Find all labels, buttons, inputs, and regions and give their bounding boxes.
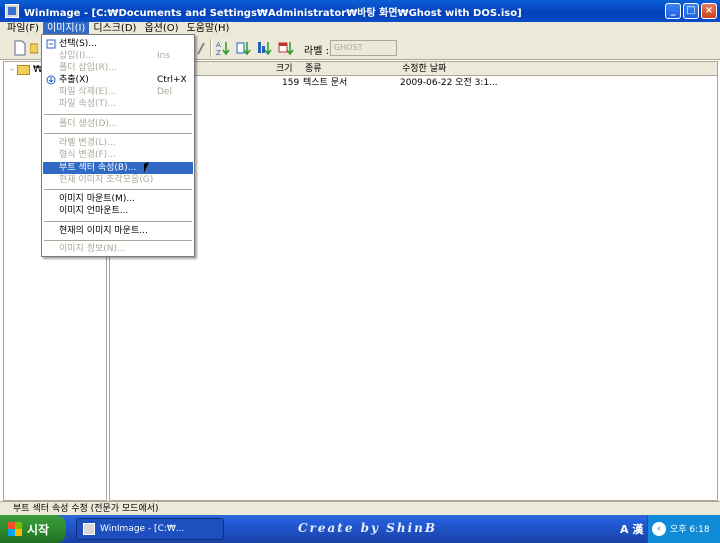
- menu-item-label: 파일 삭제(E)...: [59, 87, 117, 97]
- sort-az-icon[interactable]: A Z: [215, 40, 231, 56]
- menu-item-select[interactable]: 선택(S)...: [43, 38, 193, 50]
- menu-separator: [44, 189, 192, 191]
- new-document-icon[interactable]: [12, 40, 28, 56]
- credit-text: Create by ShinB: [298, 521, 437, 535]
- menu-item-image-info[interactable]: 이미지 정보(N)...: [43, 243, 193, 255]
- menu-item-insert-folder[interactable]: 폴더 삽입(R)...: [43, 62, 193, 74]
- menu-item-label: 삽입(I)...: [59, 51, 94, 61]
- cell-type: 텍스트 문서: [303, 78, 348, 88]
- winimage-app-icon[interactable]: [5, 4, 19, 18]
- file-list[interactable]: 크기 종류 수정한 날짜 159 텍스트 문서 2009-06-22 오전 3:…: [109, 61, 718, 501]
- menu-item-label: 이미지 언마운트...: [59, 206, 129, 216]
- label-caption: 라벨 :: [304, 46, 329, 57]
- table-row[interactable]: 159 텍스트 문서 2009-06-22 오전 3:1...: [110, 76, 717, 90]
- folder-icon: [17, 64, 30, 75]
- maximize-button[interactable]: □: [683, 3, 699, 19]
- sort-date-icon[interactable]: [278, 40, 294, 56]
- volume-label-field[interactable]: GHOST: [330, 40, 397, 56]
- menu-separator: [44, 221, 192, 223]
- menu-separator: [44, 240, 192, 242]
- menu-item-label: 라벨 변경(L)...: [59, 138, 116, 148]
- taskbar-winimage-button[interactable]: WinImage - [C:₩...: [76, 518, 224, 540]
- menu-item-change-label[interactable]: 라벨 변경(L)...: [43, 137, 193, 149]
- menu-item-label: 추출(X): [59, 75, 89, 85]
- title-bar[interactable]: WinImage - [C:₩Documents and Settings₩Ad…: [0, 0, 720, 22]
- menu-item-mount-image[interactable]: 이미지 마운트(M)...: [43, 193, 193, 205]
- open-folder-icon[interactable]: [30, 40, 38, 56]
- select-icon: [46, 39, 56, 49]
- menu-item-create-folder[interactable]: 폴더 생성(D)...: [43, 118, 193, 130]
- status-bar: 부트 섹터 속성 수정 (전문가 모드에서): [0, 501, 720, 515]
- tool-icon[interactable]: [196, 40, 206, 56]
- menu-item-label: 이미지 마운트(M)...: [59, 194, 135, 204]
- menu-separator: [44, 133, 192, 135]
- ime-indicator[interactable]: A 漢: [620, 521, 643, 537]
- menu-item-delete-file[interactable]: 파일 삭제(E)... Del: [43, 86, 193, 98]
- menu-item-file-properties[interactable]: 파일 속성(T)...: [43, 98, 193, 110]
- status-text: 부트 섹터 속성 수정 (전문가 모드에서): [13, 504, 159, 514]
- column-header-modified[interactable]: 수정한 날짜: [402, 63, 446, 75]
- start-label: 시작: [27, 522, 50, 537]
- menu-item-label: 부트 섹터 속성(B)...: [59, 163, 137, 173]
- system-tray: ‹ 오후 6:18: [647, 515, 720, 543]
- menu-item-boot-sector-properties[interactable]: 부트 섹터 속성(B)...: [43, 162, 193, 174]
- menu-item-label: 이미지 정보(N)...: [59, 244, 126, 254]
- menu-item-label: 형식 변경(F)...: [59, 150, 116, 160]
- task-label: WinImage - [C:₩...: [100, 524, 185, 534]
- column-header-type[interactable]: 종류: [305, 63, 322, 75]
- taskbar: 시작 WinImage - [C:₩... Create by ShinB A …: [0, 515, 720, 543]
- menu-item-label: 파일 속성(T)...: [59, 99, 117, 109]
- tree-expander[interactable]: –: [10, 65, 14, 74]
- column-header-size[interactable]: 크기: [276, 63, 293, 75]
- list-header: 크기 종류 수정한 날짜: [110, 62, 717, 76]
- cell-size: 159: [282, 78, 300, 88]
- menu-item-shortcut: Ctrl+X: [157, 75, 187, 85]
- tray-expand-icon[interactable]: ‹: [652, 522, 666, 536]
- image-menu-dropdown: 선택(S)... 삽입(I)... Ins 폴더 삽입(R)... 추출(X) …: [41, 34, 195, 257]
- menu-item-label: 현재 이미지 조각모음(G): [59, 175, 154, 185]
- sort-type-icon[interactable]: [257, 40, 273, 56]
- menu-item-label: 현재의 이미지 마운트...: [59, 226, 148, 236]
- window-title: WinImage - [C:₩Documents and Settings₩Ad…: [24, 7, 522, 19]
- menu-item-unmount-image[interactable]: 이미지 언마운트...: [43, 205, 193, 217]
- menu-separator: [44, 114, 192, 116]
- toolbar-separator: [210, 39, 212, 57]
- svg-text:Z: Z: [216, 49, 221, 56]
- mouse-cursor-icon: [144, 162, 149, 173]
- menu-item-label: 선택(S)...: [59, 39, 97, 49]
- menu-item-shortcut: Del: [157, 87, 172, 97]
- tree-root-item[interactable]: – ₩: [10, 64, 43, 75]
- start-button[interactable]: 시작: [0, 515, 66, 543]
- sort-size-icon[interactable]: [236, 40, 252, 56]
- extract-icon: [46, 75, 56, 85]
- menu-item-mount-current-image[interactable]: 현재의 이미지 마운트...: [43, 225, 193, 237]
- menu-item-label: 폴더 생성(D)...: [59, 119, 118, 129]
- window-controls: _ □ ×: [665, 3, 717, 19]
- menu-item-extract[interactable]: 추출(X) Ctrl+X: [43, 74, 193, 86]
- menu-item-insert[interactable]: 삽입(I)... Ins: [43, 50, 193, 62]
- minimize-button[interactable]: _: [665, 3, 681, 19]
- menu-item-label: 폴더 삽입(R)...: [59, 63, 117, 73]
- svg-text:A: A: [216, 41, 221, 49]
- winimage-task-icon: [83, 523, 95, 535]
- menu-item-shortcut: Ins: [157, 51, 171, 61]
- close-button[interactable]: ×: [701, 3, 717, 19]
- menu-file[interactable]: 파일(F): [3, 22, 43, 36]
- menu-item-change-format[interactable]: 형식 변경(F)...: [43, 149, 193, 161]
- menu-item-defragment[interactable]: 현재 이미지 조각모음(G): [43, 174, 193, 186]
- cell-modified: 2009-06-22 오전 3:1...: [400, 78, 498, 88]
- windows-logo-icon: [8, 522, 22, 536]
- clock[interactable]: 오후 6:18: [670, 522, 710, 535]
